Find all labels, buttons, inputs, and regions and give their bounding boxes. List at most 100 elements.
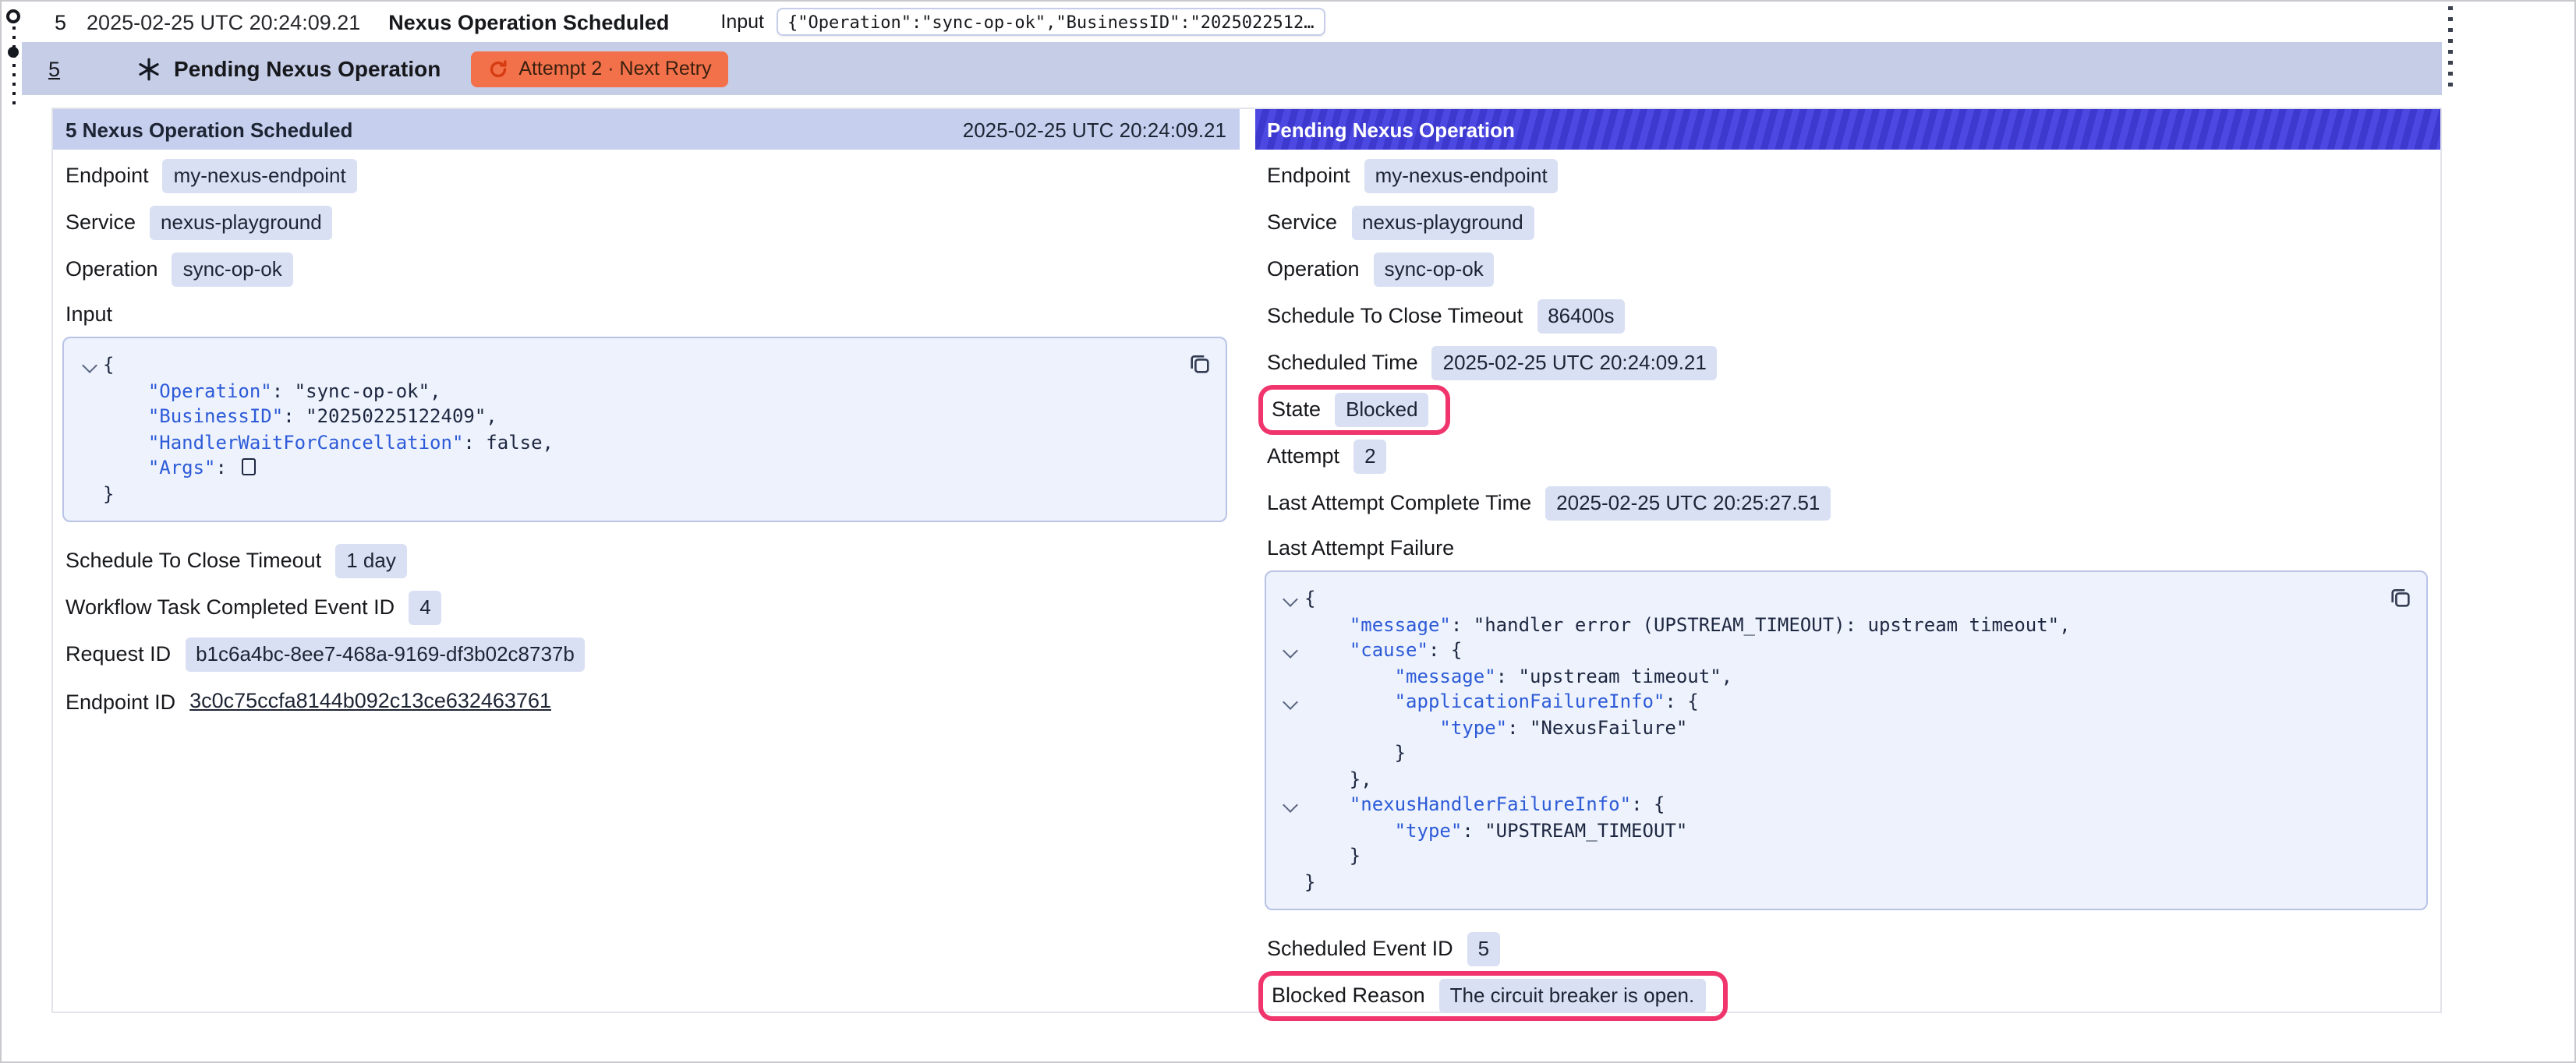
input-json-viewer: { "Operation": "sync-op-ok", "BusinessID… (62, 337, 1226, 522)
code-line: "applicationFailureInfo": { (1281, 689, 2411, 715)
code-gutter (1281, 869, 1304, 895)
code-text: "Args": (103, 455, 255, 481)
code-text: { (103, 352, 114, 378)
field-label: Attempt (1267, 445, 1339, 468)
field-endpoint: Endpoint my-nexus-endpoint (1264, 153, 2431, 200)
field-scheduled-event-id: Scheduled Event ID 5 (1264, 926, 2431, 973)
copy-button[interactable] (1187, 352, 1211, 376)
fields-top: Endpoint my-nexus-endpoint Service nexus… (62, 153, 1230, 293)
code-line: "Operation": "sync-op-ok", (80, 378, 1209, 404)
field-label: Operation (1267, 258, 1360, 281)
field-label: Service (1267, 211, 1337, 235)
field-inner: Last Attempt Complete Time 2025-02-25 UT… (1264, 487, 1831, 521)
failure-json-viewer: { "message": "handler error (UPSTREAM_TI… (1264, 570, 2428, 910)
field-label: State (1272, 398, 1321, 422)
field-inner: Service nexus-playground (62, 207, 333, 240)
field-schedule-to-close-timeout: Schedule To Close Timeout 1 day (62, 538, 1230, 584)
code-text: "HandlerWaitForCancellation": false, (103, 429, 554, 455)
collapse-caret-icon[interactable] (1281, 586, 1304, 612)
annotation-highlight: Blocked Reason The circuit breaker is op… (1258, 971, 1727, 1022)
code-text: "type": "UPSTREAM_TIMEOUT" (1304, 818, 1687, 843)
collapse-caret-icon[interactable] (1281, 792, 1304, 818)
field-inner: Endpoint my-nexus-endpoint (1264, 160, 1559, 193)
field-inner: Workflow Task Completed Event ID 4 (62, 592, 442, 625)
code-text: } (1304, 843, 1361, 869)
copy-button[interactable] (2389, 586, 2412, 609)
collapse-caret-icon[interactable] (1281, 637, 1304, 663)
field-inner: Endpoint my-nexus-endpoint (62, 160, 357, 193)
json-code: { "message": "handler error (UPSTREAM_TI… (1281, 586, 2411, 895)
field-label: Scheduled Event ID (1267, 938, 1453, 961)
app-window: 5 2025-02-25 UTC 20:24:09.21 Nexus Opera… (0, 0, 2576, 1063)
code-line: "cause": { (1281, 637, 2411, 663)
input-label: Input (720, 11, 764, 33)
code-text: } (1304, 869, 1315, 895)
field-inner: Scheduled Time 2025-02-25 UTC 20:24:09.2… (1264, 347, 1718, 380)
field-request-id: Request ID b1c6a4bc-8ee7-468a-9169-df3b0… (62, 631, 1230, 678)
attempt-badge-label: Attempt 2 · Next Retry (518, 58, 711, 79)
screenshot-frame: 5 2025-02-25 UTC 20:24:09.21 Nexus Opera… (0, 0, 2576, 1063)
code-text: "type": "NexusFailure" (1304, 715, 1687, 740)
field-inner: Operation sync-op-ok (1264, 253, 1495, 287)
event-id: 5 (55, 10, 66, 34)
field-value-badge: 2 (1353, 440, 1386, 474)
code-gutter (80, 455, 103, 481)
field-value-badge: 4 (409, 592, 441, 625)
code-line: { (80, 352, 1209, 378)
field-label: Last Attempt Complete Time (1267, 492, 1531, 515)
code-line: } (1281, 843, 2411, 869)
event-row-scheduled[interactable]: 5 2025-02-25 UTC 20:24:09.21 Nexus Opera… (22, 2, 2442, 42)
collapse-caret-icon[interactable] (80, 352, 103, 378)
pending-operation-panel: Pending Nexus Operation Endpoint my-nexu… (1254, 109, 2440, 1012)
field-scheduled-time: Scheduled Time 2025-02-25 UTC 20:24:09.2… (1264, 340, 2431, 387)
event-timeline (2, 2, 22, 114)
field-value-badge: sync-op-ok (1374, 253, 1495, 287)
collapse-caret-icon[interactable] (1281, 689, 1304, 715)
code-line: "message": "handler error (UPSTREAM_TIME… (1281, 612, 2411, 637)
field-inner: Schedule To Close Timeout 1 day (62, 545, 407, 578)
field-label: Blocked Reason (1272, 984, 1425, 1008)
code-text: "message": "handler error (UPSTREAM_TIME… (1304, 612, 2071, 637)
scroll-dots (2448, 6, 2452, 92)
timeline-node-scheduled-icon (6, 9, 20, 23)
code-text: { (1304, 586, 1315, 612)
code-gutter (80, 429, 103, 455)
code-text: } (103, 481, 114, 507)
code-text: "message": "upstream timeout", (1304, 663, 1732, 689)
code-gutter (1281, 740, 1304, 766)
code-gutter (1281, 715, 1304, 740)
endpoint-id-link[interactable]: 3c0c75ccfa8144b092c13ce632463761 (189, 690, 551, 713)
code-line: "Args": (80, 455, 1209, 481)
field-value-badge: my-nexus-endpoint (1364, 160, 1559, 193)
field-value-badge: my-nexus-endpoint (163, 160, 357, 193)
code-gutter (80, 481, 103, 507)
field-service: Service nexus-playground (1264, 200, 2431, 246)
field-label: Operation (65, 258, 158, 281)
field-operation: Operation sync-op-ok (1264, 246, 2431, 293)
field-workflow-task-completed-event-id: Workflow Task Completed Event ID 4 (62, 584, 1230, 631)
event-id-link[interactable]: 5 (48, 57, 60, 80)
failure-section-label: Last Attempt Failure (1264, 527, 2431, 567)
code-text: "Operation": "sync-op-ok", (103, 378, 441, 404)
event-input-preview-chip: {"Operation":"sync-op-ok","BusinessID":"… (777, 8, 1325, 36)
pending-panel-body: Endpoint my-nexus-endpoint Service nexus… (1254, 150, 2440, 1032)
field-label: Schedule To Close Timeout (65, 549, 321, 573)
code-gutter (80, 404, 103, 429)
code-gutter (1281, 843, 1304, 869)
field-label: Endpoint ID (65, 690, 175, 713)
timeline-connector (12, 26, 15, 104)
timeline-node-pending-icon (8, 47, 19, 58)
fields-bottom: Schedule To Close Timeout 1 day Workflow… (62, 538, 1230, 725)
code-gutter (1281, 663, 1304, 689)
code-line: "HandlerWaitForCancellation": false, (80, 429, 1209, 455)
code-gutter (80, 378, 103, 404)
field-value-badge: nexus-playground (1351, 207, 1534, 240)
pending-panel-header: Pending Nexus Operation (1254, 109, 2440, 150)
code-line: "message": "upstream timeout", (1281, 663, 2411, 689)
field-label: Schedule To Close Timeout (1267, 305, 1523, 328)
field-inner: Request ID b1c6a4bc-8ee7-468a-9169-df3b0… (62, 638, 586, 672)
code-gutter (1281, 818, 1304, 843)
code-gutter (1281, 612, 1304, 637)
panel-timestamp: 2025-02-25 UTC 20:24:09.21 (963, 118, 1226, 141)
event-row-pending[interactable]: 5 Pending Nexus Operation Attempt 2 · Ne… (22, 42, 2442, 95)
